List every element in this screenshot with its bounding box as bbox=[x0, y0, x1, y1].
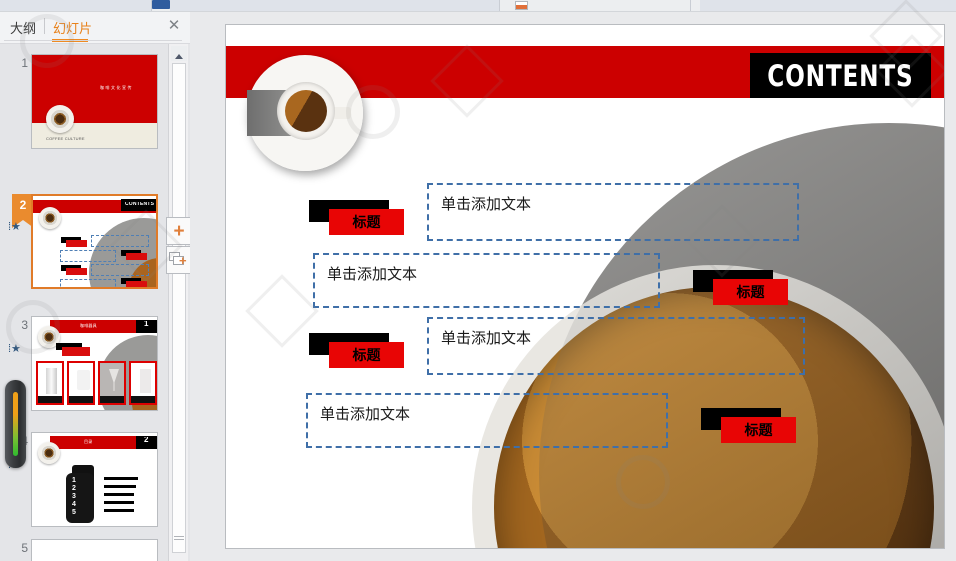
title-chip-label-1: 标题 bbox=[352, 215, 381, 231]
title-chip-4[interactable]: 标题 bbox=[701, 408, 796, 443]
title-chip-3[interactable]: 标题 bbox=[309, 333, 404, 368]
text-placeholder-label-3: 单击添加文本 bbox=[441, 329, 532, 347]
coffee-cup-icon bbox=[247, 55, 363, 171]
ribbon-strip: .. bbox=[0, 0, 956, 12]
slide-thumbnail-preview-4: 2 目录 12345 bbox=[31, 432, 158, 527]
contents-title-box[interactable]: CONTENTS bbox=[750, 53, 931, 98]
caret-up-icon bbox=[175, 54, 183, 59]
slide-number-1: 1 bbox=[21, 56, 28, 70]
powerpoint-window: .. 大纲 幻灯片 ✕ 1 咖 啡 文 化 宣 传 COFFEE CULTUR bbox=[0, 0, 956, 561]
tab-underline-track bbox=[4, 40, 182, 41]
slider-track[interactable] bbox=[13, 392, 18, 456]
scroll-grip-icon[interactable] bbox=[173, 534, 185, 543]
animation-star-icon-2: ⁞★ bbox=[8, 221, 21, 233]
slide-editor-area: CONTENTS 标题 单击添加文本 单击添加文本 标题 标题 单击添加文本 单… bbox=[190, 12, 956, 561]
ribbon-blue-button-icon[interactable] bbox=[152, 0, 170, 9]
slide-thumbnail-preview-1: 咖 啡 文 化 宣 传 COFFEE CULTURE bbox=[31, 54, 158, 149]
text-placeholder-label-4: 单击添加文本 bbox=[320, 405, 411, 423]
text-placeholder-2[interactable]: 单击添加文本 bbox=[313, 253, 660, 308]
title-chip-1[interactable]: 标题 bbox=[309, 200, 404, 235]
ribbon-group-1 bbox=[0, 0, 152, 11]
thumbnail-scrollbar[interactable] bbox=[168, 44, 188, 561]
ribbon-separator bbox=[690, 0, 691, 11]
contrast-slider[interactable] bbox=[5, 380, 26, 468]
ribbon-orange-button-icon[interactable] bbox=[515, 1, 528, 10]
tab-outline[interactable]: 大纲 bbox=[10, 18, 36, 37]
slide-canvas[interactable]: CONTENTS 标题 单击添加文本 单击添加文本 标题 标题 单击添加文本 单… bbox=[225, 24, 945, 549]
slide-number-5: 5 bbox=[21, 541, 28, 555]
pane-tab-bar: 大纲 幻灯片 ✕ bbox=[0, 12, 190, 44]
slide-thumbnail-5[interactable]: 5 THANKS bbox=[0, 539, 170, 561]
text-placeholder-label-1: 单击添加文本 bbox=[441, 195, 532, 213]
tab-slides[interactable]: 幻灯片 bbox=[53, 18, 92, 37]
plus-icon: + bbox=[173, 220, 185, 242]
watermark-diamond bbox=[245, 274, 319, 348]
slide-thumbnail-2[interactable]: 2 ⁞★ CONTENTS bbox=[0, 194, 170, 309]
slide-thumbnail-list[interactable]: 1 咖 啡 文 化 宣 传 COFFEE CULTURE 2 ⁞★ CONTEN… bbox=[0, 44, 170, 561]
slide-thumbnail-preview-5: THANKS bbox=[31, 539, 158, 561]
text-placeholder-4[interactable]: 单击添加文本 bbox=[306, 393, 668, 448]
text-placeholder-3[interactable]: 单击添加文本 bbox=[427, 317, 805, 375]
slide-thumbnail-1[interactable]: 1 咖 啡 文 化 宣 传 COFFEE CULTURE bbox=[0, 54, 170, 151]
scrollbar-thumb[interactable] bbox=[172, 63, 186, 553]
tab-divider bbox=[44, 18, 45, 34]
slide-number-3: 3 bbox=[21, 318, 28, 332]
cup-liquid bbox=[285, 90, 327, 132]
animation-star-icon-3: ⁞★ bbox=[8, 343, 21, 355]
close-icon[interactable]: ✕ bbox=[166, 18, 182, 34]
slide-thumbnail-preview-3: 1 咖啡器具 bbox=[31, 316, 158, 411]
slides-outline-pane: 大纲 幻灯片 ✕ 1 咖 啡 文 化 宣 传 COFFEE CULTURE 2 … bbox=[0, 12, 192, 561]
slide-thumbnail-preview-2: CONTENTS bbox=[31, 194, 158, 289]
contents-title-label: CONTENTS bbox=[767, 58, 914, 93]
text-placeholder-label-2: 单击添加文本 bbox=[327, 265, 418, 283]
duplicate-slide-button[interactable]: + bbox=[166, 246, 192, 274]
title-chip-label-2: 标题 bbox=[736, 285, 765, 301]
ribbon-group-2 bbox=[170, 0, 500, 11]
title-chip-label-3: 标题 bbox=[352, 348, 381, 364]
ribbon-group-3 bbox=[700, 0, 956, 11]
duplicate-slide-icon: + bbox=[169, 252, 189, 268]
title-chip-2[interactable]: 标题 bbox=[693, 270, 788, 305]
new-slide-button[interactable]: + bbox=[166, 217, 192, 245]
scroll-up-button[interactable] bbox=[171, 46, 187, 61]
text-placeholder-1[interactable]: 单击添加文本 bbox=[427, 183, 799, 241]
title-chip-label-4: 标题 bbox=[744, 423, 773, 439]
